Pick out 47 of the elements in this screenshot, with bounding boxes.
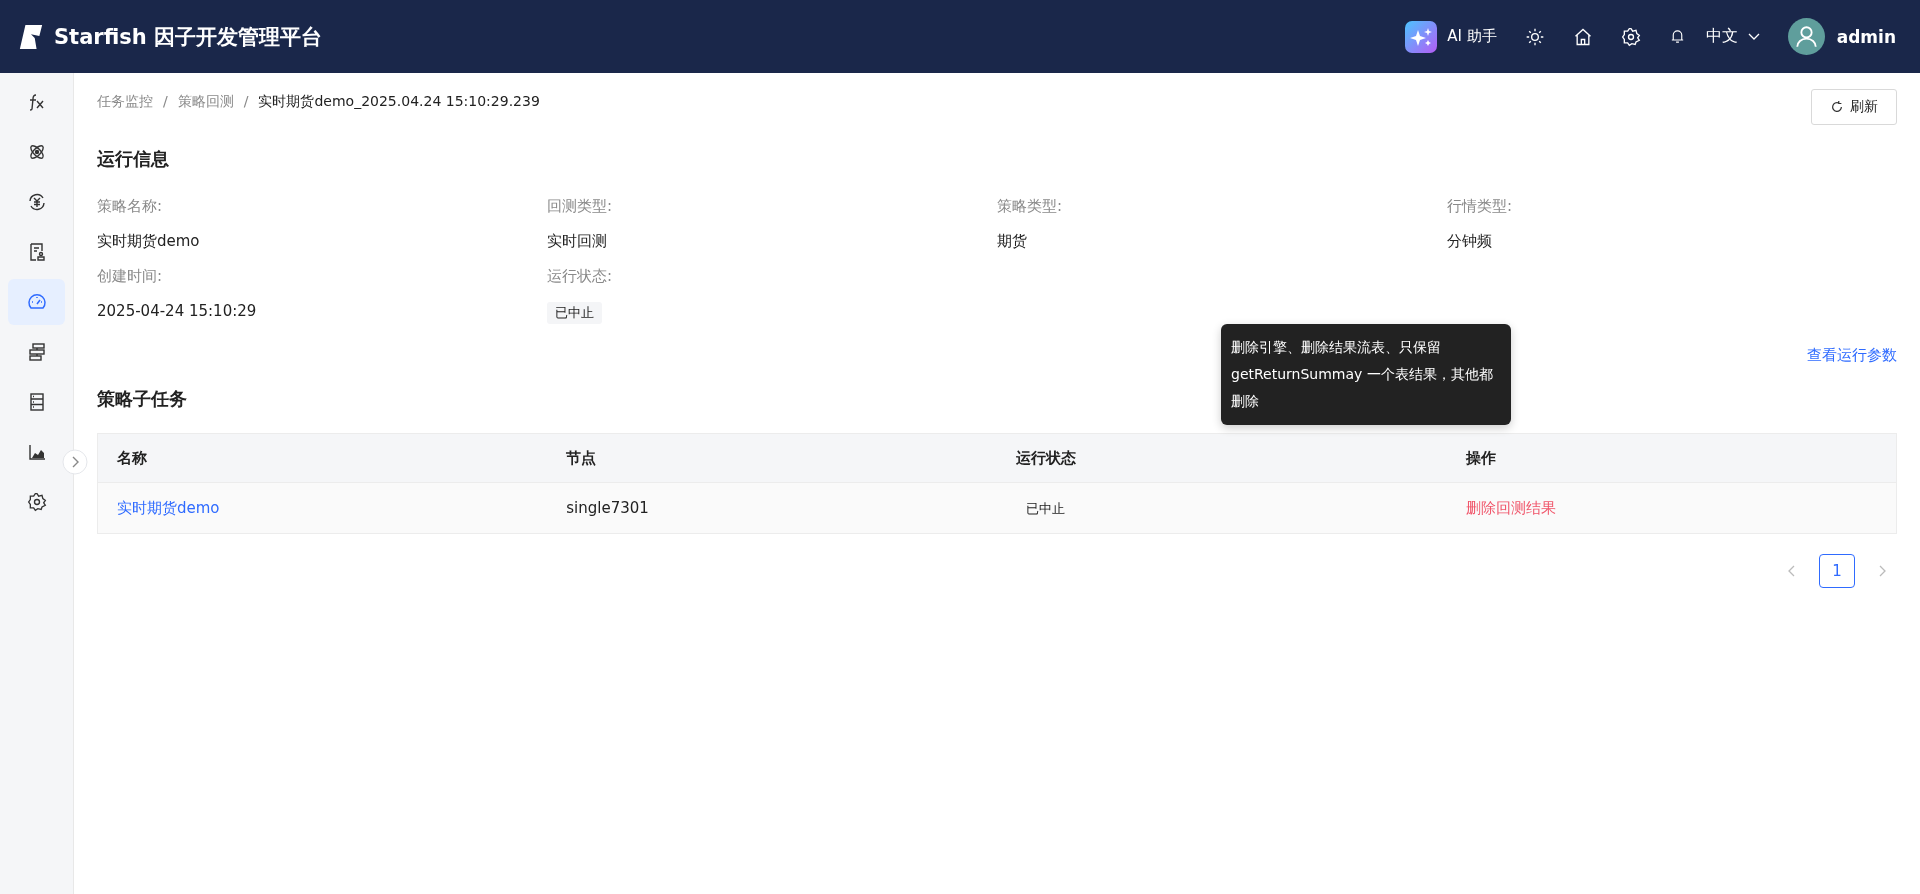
dashboard-icon [26, 292, 47, 312]
refresh-button[interactable]: 刷新 [1811, 89, 1897, 125]
field-label: 行情类型: [1447, 197, 1513, 216]
field-label: 策略类型: [997, 197, 1063, 216]
field-value: 实时回测 [547, 232, 607, 251]
field-value: 实时期货demo [97, 232, 200, 251]
status-text: 已中止 [1025, 500, 1065, 516]
language-select[interactable]: 中文 [1705, 26, 1760, 47]
settings-icon [26, 492, 47, 512]
avatar-icon[interactable] [1787, 18, 1825, 55]
table-cell: single7301 [566, 499, 649, 517]
field-value: 2025-04-24 15:10:29 [97, 302, 257, 320]
column-header: 操作 [1446, 433, 1897, 483]
field-value: 期货 [997, 232, 1027, 251]
field-label: 创建时间: [97, 267, 163, 286]
breadcrumb-current: 实时期货demo_2025.04.24 15:10:29.239 [258, 93, 540, 111]
column-header: 节点 [547, 433, 997, 483]
task-name-link[interactable]: 实时期货demo [117, 498, 220, 517]
page-button[interactable]: 1 [1819, 554, 1855, 588]
refresh-icon [1830, 100, 1844, 114]
area-chart-icon [26, 442, 47, 462]
tooltip: 删除引擎、删除结果流表、只保留getReturnSummay 一个表结果，其他都删除 [1221, 324, 1511, 425]
delete-results-link[interactable]: 删除回测结果 [1465, 498, 1556, 517]
sparkle-icon [1405, 20, 1438, 53]
field-label: 运行状态: [547, 267, 613, 286]
view-params-link[interactable]: 查看运行参数 [1807, 346, 1897, 365]
username[interactable]: admin [1836, 26, 1896, 47]
app-title: Starfish 因子开发管理平台 [54, 23, 323, 51]
breadcrumb-link[interactable]: 任务监控 [97, 93, 153, 111]
currency-cycle-icon [26, 192, 47, 212]
column-header: 运行状态 [997, 433, 1447, 483]
status-tag: 已中止 [547, 302, 602, 324]
breadcrumb-link[interactable]: 策略回测 [177, 93, 234, 111]
home-icon[interactable] [1572, 26, 1593, 47]
breadcrumb-separator: / [243, 93, 249, 111]
column-header: 名称 [97, 433, 548, 483]
field-value: 分钟频 [1447, 232, 1492, 251]
field-label: 回测类型: [547, 197, 613, 216]
flow-icon [26, 342, 47, 362]
sun-icon[interactable] [1524, 26, 1545, 47]
chevron-down-icon [1747, 32, 1760, 41]
ai-assistant-button[interactable]: AI 助手 [1405, 20, 1497, 53]
field-label: 策略名称: [97, 197, 163, 216]
breadcrumb-separator: / [163, 93, 168, 111]
section-title: 策略子任务 [97, 387, 187, 411]
section-title: 运行信息 [97, 147, 169, 171]
settings-icon[interactable] [1620, 26, 1641, 47]
